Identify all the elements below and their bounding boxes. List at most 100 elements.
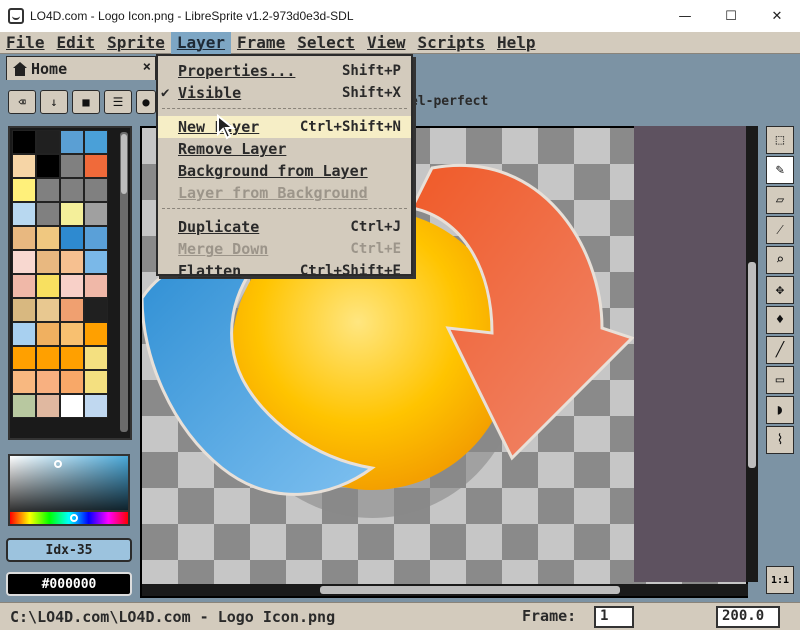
- palette-swatch[interactable]: [84, 202, 108, 226]
- zoom-one-to-one-button[interactable]: 1:1: [766, 566, 794, 594]
- palette-swatch[interactable]: [12, 154, 36, 178]
- palette-swatch[interactable]: [36, 154, 60, 178]
- close-window-button[interactable]: ✕: [754, 0, 800, 32]
- palette-swatch[interactable]: [12, 370, 36, 394]
- palette-swatch[interactable]: [60, 178, 84, 202]
- hue-slider[interactable]: [8, 510, 130, 526]
- menu-sprite[interactable]: Sprite: [101, 32, 171, 54]
- palette-swatch[interactable]: [36, 298, 60, 322]
- palette-swatch[interactable]: [60, 394, 84, 418]
- palette-swatch[interactable]: [36, 322, 60, 346]
- palette-swatch[interactable]: [12, 202, 36, 226]
- line-tool[interactable]: ╱: [766, 336, 794, 364]
- palette-swatch[interactable]: [36, 250, 60, 274]
- canvas-horizontal-scrollbar[interactable]: [142, 584, 748, 596]
- minimize-button[interactable]: —: [662, 0, 708, 32]
- color-index-field[interactable]: Idx-35: [6, 538, 132, 562]
- menu-item-background-from-layer[interactable]: Background from Layer: [158, 160, 411, 182]
- palette-swatch[interactable]: [84, 274, 108, 298]
- menu-frame[interactable]: Frame: [231, 32, 291, 54]
- menu-lines-button[interactable]: ☰: [104, 90, 132, 114]
- palette-swatch[interactable]: [12, 226, 36, 250]
- tab-close-button[interactable]: ×: [143, 59, 151, 75]
- palette-swatch[interactable]: [84, 130, 108, 154]
- color-picker-handle[interactable]: [54, 460, 62, 468]
- zoom-tool[interactable]: ⌕: [766, 246, 794, 274]
- canvas-vertical-scrollbar[interactable]: [746, 126, 758, 582]
- palette-scrollbar[interactable]: [120, 132, 128, 432]
- palette-swatch[interactable]: [84, 394, 108, 418]
- palette-swatch[interactable]: [84, 154, 108, 178]
- menu-select[interactable]: Select: [291, 32, 361, 54]
- tab-home[interactable]: Home ×: [6, 56, 156, 80]
- palette-swatch[interactable]: [60, 250, 84, 274]
- contour-tool[interactable]: ◗: [766, 396, 794, 424]
- pencil-tool[interactable]: ✎: [766, 156, 794, 184]
- menu-item-remove-layer[interactable]: Remove Layer: [158, 138, 411, 160]
- palette-swatch[interactable]: [84, 370, 108, 394]
- palette-swatch[interactable]: [84, 250, 108, 274]
- menu-item-flatten[interactable]: Flatten Ctrl+Shift+E: [158, 260, 411, 282]
- palette-swatch[interactable]: [12, 394, 36, 418]
- fill-tool[interactable]: ♦: [766, 306, 794, 334]
- palette-swatch[interactable]: [12, 346, 36, 370]
- palette-swatch[interactable]: [84, 322, 108, 346]
- menu-edit[interactable]: Edit: [51, 32, 102, 54]
- palette-swatch[interactable]: [36, 346, 60, 370]
- palette-swatch[interactable]: [84, 346, 108, 370]
- palette-swatch[interactable]: [12, 178, 36, 202]
- eraser-mode-button[interactable]: ⌫: [8, 90, 36, 114]
- palette-swatch[interactable]: [60, 274, 84, 298]
- palette-swatch[interactable]: [36, 226, 60, 250]
- menu-view[interactable]: View: [361, 32, 412, 54]
- menu-scripts[interactable]: Scripts: [412, 32, 491, 54]
- palette-swatch[interactable]: [12, 130, 36, 154]
- palette-swatch[interactable]: [60, 154, 84, 178]
- menu-help[interactable]: Help: [491, 32, 542, 54]
- menu-file[interactable]: File: [0, 32, 51, 54]
- menu-layer[interactable]: Layer: [170, 31, 232, 54]
- palette-swatch[interactable]: [36, 370, 60, 394]
- menu-item-duplicate[interactable]: Duplicate Ctrl+J: [158, 216, 411, 238]
- hamburger-icon: ☰: [112, 95, 124, 109]
- zoom-input[interactable]: 200.0: [716, 606, 780, 628]
- maximize-button[interactable]: ☐: [708, 0, 754, 32]
- palette-swatch[interactable]: [60, 322, 84, 346]
- square-button[interactable]: ■: [72, 90, 100, 114]
- palette-swatch[interactable]: [36, 394, 60, 418]
- palette-swatch[interactable]: [12, 298, 36, 322]
- menu-item-visible[interactable]: ✔ Visible Shift+X: [158, 82, 411, 104]
- circle-brush-button[interactable]: ●: [136, 90, 156, 114]
- menu-item-new-layer[interactable]: New Layer Ctrl+Shift+N: [158, 116, 411, 138]
- eyedropper-tool[interactable]: ⁄: [766, 216, 794, 244]
- palette-swatch[interactable]: [60, 202, 84, 226]
- frame-input[interactable]: 1: [594, 606, 634, 628]
- palette-swatch[interactable]: [84, 178, 108, 202]
- palette-swatch[interactable]: [60, 226, 84, 250]
- arrow-down-icon: ↓: [50, 95, 58, 109]
- palette-swatch[interactable]: [36, 202, 60, 226]
- eraser-tool[interactable]: ▱: [766, 186, 794, 214]
- palette-swatch[interactable]: [84, 226, 108, 250]
- hue-slider-handle[interactable]: [70, 514, 78, 522]
- pixel-perfect-label: el-perfect: [410, 94, 489, 109]
- blur-tool[interactable]: ⌇: [766, 426, 794, 454]
- palette-swatch[interactable]: [60, 370, 84, 394]
- color-hex-field[interactable]: #000000: [6, 572, 132, 596]
- palette-swatch[interactable]: [12, 250, 36, 274]
- download-button[interactable]: ↓: [40, 90, 68, 114]
- rectangle-tool[interactable]: ▭: [766, 366, 794, 394]
- palette-swatch[interactable]: [12, 322, 36, 346]
- palette-swatch[interactable]: [84, 298, 108, 322]
- palette-swatch[interactable]: [36, 178, 60, 202]
- palette-swatch[interactable]: [60, 130, 84, 154]
- palette-swatch[interactable]: [60, 298, 84, 322]
- palette-swatch[interactable]: [36, 274, 60, 298]
- move-tool[interactable]: ✥: [766, 276, 794, 304]
- palette-swatch[interactable]: [36, 130, 60, 154]
- rectangle-icon: ▭: [775, 372, 785, 388]
- palette-swatch[interactable]: [60, 346, 84, 370]
- marquee-tool[interactable]: ⬚: [766, 126, 794, 154]
- palette-swatch[interactable]: [12, 274, 36, 298]
- menu-item-properties[interactable]: Properties... Shift+P: [158, 60, 411, 82]
